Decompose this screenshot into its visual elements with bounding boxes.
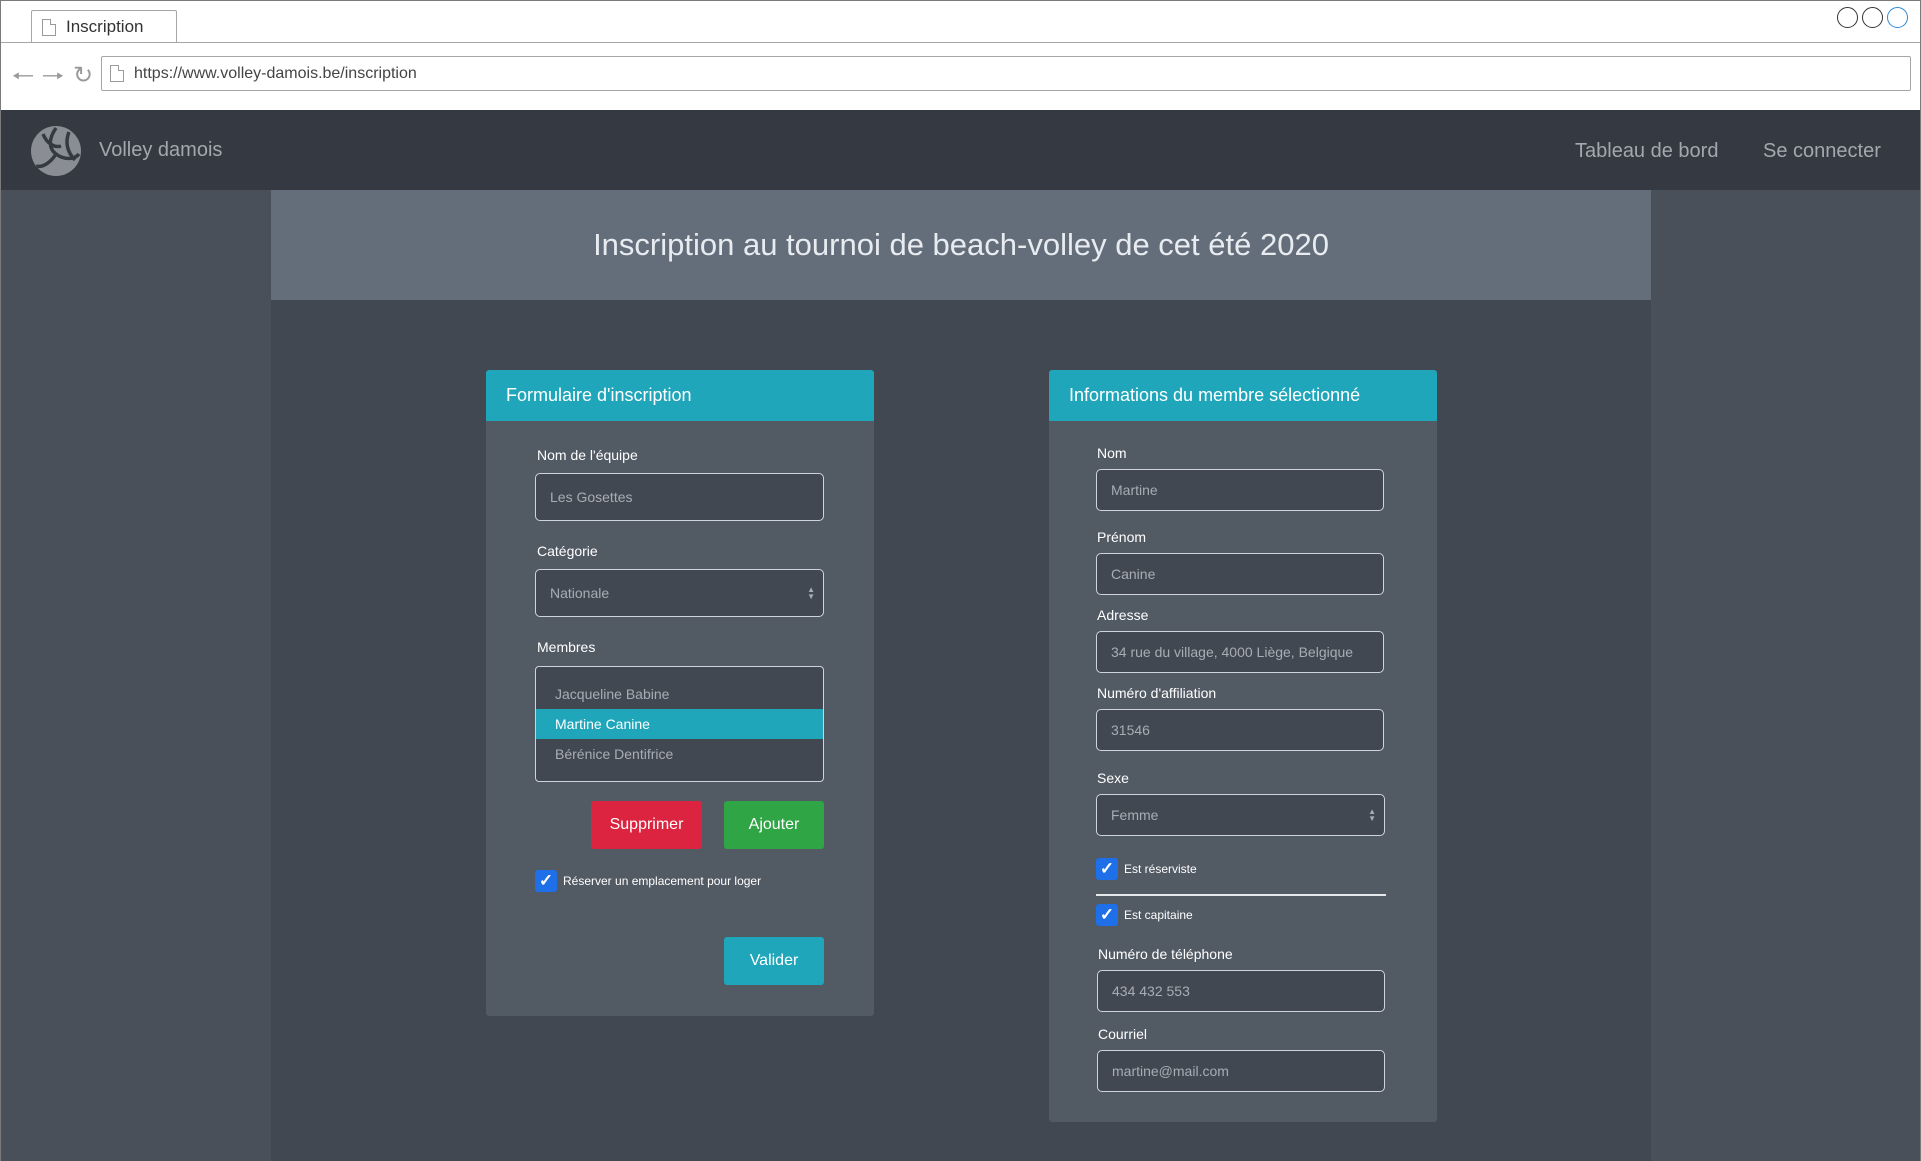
browser-tab[interactable]: Inscription: [31, 10, 177, 43]
member-info-header: Informations du membre sélectionné: [1049, 370, 1437, 421]
checkmark-icon[interactable]: ✓: [535, 870, 557, 892]
volleyball-logo-icon[interactable]: [31, 126, 81, 176]
address-label: Adresse: [1097, 607, 1149, 623]
phone-label: Numéro de téléphone: [1098, 946, 1233, 962]
email-input[interactable]: martine@mail.com: [1097, 1050, 1385, 1092]
tab-divider: [1, 42, 1920, 43]
page-title: Inscription au tournoi de beach-volley d…: [271, 190, 1651, 300]
window-controls: [1837, 7, 1908, 28]
restore-icon[interactable]: [1862, 7, 1883, 28]
reload-icon[interactable]: ↻: [71, 63, 95, 89]
select-arrows-icon: ▲ ▼: [1368, 807, 1376, 823]
sex-value: Femme: [1111, 807, 1159, 823]
minimize-icon[interactable]: [1837, 7, 1858, 28]
delete-member-button[interactable]: Supprimer: [591, 801, 702, 849]
members-label: Membres: [537, 639, 596, 655]
submit-button[interactable]: Valider: [724, 937, 824, 985]
member-list-item[interactable]: Jacqueline Babine: [536, 679, 823, 709]
affiliation-number-value: 31546: [1111, 722, 1150, 738]
registration-form-header: Formulaire d'inscription: [486, 370, 874, 421]
nav-link-dashboard[interactable]: Tableau de bord: [1575, 140, 1718, 163]
category-label: Catégorie: [537, 543, 598, 559]
phone-input[interactable]: 434 432 553: [1097, 970, 1385, 1012]
browser-nav-buttons: 🠐 🠒 ↻: [11, 63, 95, 90]
captain-checkbox-row[interactable]: ✓ Est capitaine: [1096, 904, 1193, 926]
last-name-input[interactable]: Martine: [1096, 469, 1384, 511]
top-navbar: Volley damois Tableau de bord Se connect…: [1, 110, 1920, 190]
team-name-label: Nom de l'équipe: [537, 447, 638, 463]
captain-checkbox-label: Est capitaine: [1124, 908, 1193, 922]
member-list-item-selected[interactable]: Martine Canine: [536, 709, 823, 739]
back-arrow-icon[interactable]: 🠐: [11, 63, 35, 89]
app-viewport: Volley damois Tableau de bord Se connect…: [0, 110, 1921, 1161]
browser-chrome: Inscription 🠐 🠒 ↻ https://www.volley-dam…: [0, 0, 1921, 110]
checkmark-icon[interactable]: ✓: [1096, 858, 1118, 880]
category-select[interactable]: Nationale ▲ ▼: [535, 569, 824, 617]
forward-arrow-icon[interactable]: 🠒: [41, 63, 65, 89]
add-member-button[interactable]: Ajouter: [724, 801, 824, 849]
main-content: Inscription au tournoi de beach-volley d…: [271, 190, 1651, 1161]
last-name-label: Nom: [1097, 445, 1127, 461]
category-value: Nationale: [550, 585, 610, 601]
first-name-value: Canine: [1111, 566, 1156, 582]
members-listbox[interactable]: Jacqueline Babine Martine Canine Bérénic…: [535, 666, 824, 782]
page-icon: [110, 65, 124, 82]
tab-title: Inscription: [66, 17, 144, 36]
affiliation-number-input[interactable]: 31546: [1096, 709, 1384, 751]
lodging-checkbox-label: Réserver un emplacement pour loger: [563, 874, 762, 888]
registration-form-card: Formulaire d'inscription Nom de l'équipe…: [486, 370, 874, 1016]
phone-value: 434 432 553: [1112, 983, 1190, 999]
first-name-label: Prénom: [1097, 529, 1147, 545]
brand-name[interactable]: Volley damois: [99, 139, 222, 162]
member-info-card: Informations du membre sélectionné Nom M…: [1049, 370, 1437, 1122]
close-icon[interactable]: [1887, 7, 1908, 28]
first-name-input[interactable]: Canine: [1096, 553, 1384, 595]
page-icon: [42, 18, 56, 36]
address-bar[interactable]: https://www.volley-damois.be/inscription: [101, 56, 1911, 91]
member-list-item[interactable]: Bérénice Dentifrice: [536, 739, 823, 769]
reservist-checkbox-row[interactable]: ✓ Est réserviste: [1096, 858, 1197, 880]
last-name-value: Martine: [1111, 482, 1158, 498]
reservist-checkbox-label: Est réserviste: [1124, 862, 1197, 876]
lodging-checkbox-row[interactable]: ✓ Réserver un emplacement pour loger: [535, 870, 761, 892]
url-text: https://www.volley-damois.be/inscription: [134, 64, 417, 82]
address-value: 34 rue du village, 4000 Liège, Belgique: [1111, 644, 1354, 660]
address-input[interactable]: 34 rue du village, 4000 Liège, Belgique: [1096, 631, 1384, 673]
sex-label: Sexe: [1097, 770, 1129, 786]
nav-link-login[interactable]: Se connecter: [1763, 140, 1881, 163]
checkmark-icon[interactable]: ✓: [1096, 904, 1118, 926]
email-value: martine@mail.com: [1112, 1063, 1229, 1079]
email-label: Courriel: [1098, 1026, 1148, 1042]
team-name-input[interactable]: Les Gosettes: [535, 473, 824, 521]
affiliation-number-label: Numéro d'affiliation: [1097, 685, 1217, 701]
team-name-value: Les Gosettes: [550, 489, 633, 505]
section-divider: [1096, 894, 1386, 896]
sex-select[interactable]: Femme ▲ ▼: [1096, 794, 1385, 836]
select-arrows-icon: ▲ ▼: [807, 585, 815, 601]
